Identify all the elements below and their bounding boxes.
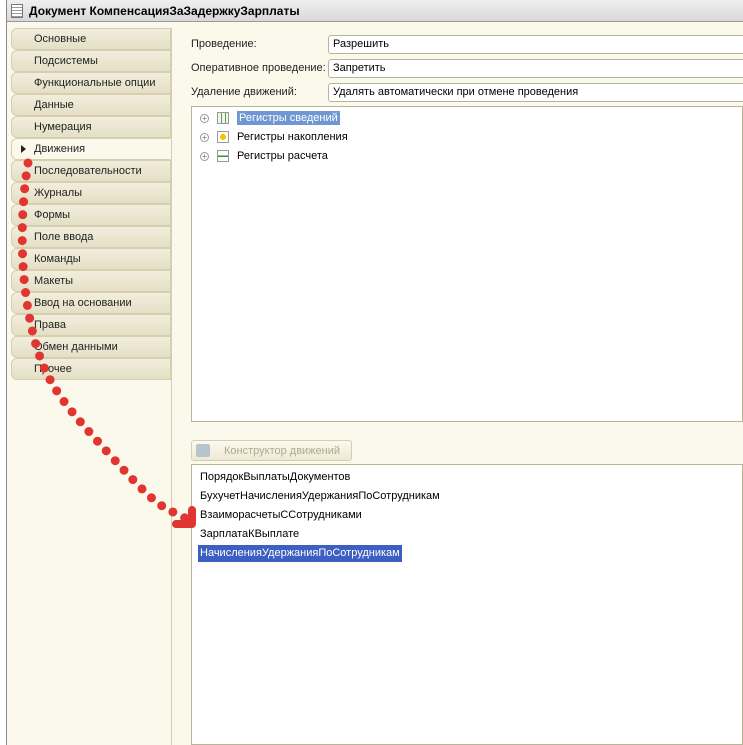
tree-label: Регистры сведений (237, 111, 340, 125)
divider (171, 28, 172, 745)
tab-osnovnye[interactable]: Основные (11, 28, 171, 50)
register-list: ПорядокВыплатыДокументов БухучетНачислен… (191, 464, 743, 745)
tab-label: Движения (34, 143, 86, 155)
tab-dvizheniya[interactable]: Движения (11, 138, 171, 160)
expand-icon[interactable]: + (200, 151, 209, 161)
tree-node-accumulation-registers[interactable]: + Регистры накопления (200, 128, 348, 146)
title-bar: Документ КомпенсацияЗаЗадержкуЗарплаты (7, 0, 743, 22)
posting-row: Проведение: Разрешить (191, 34, 743, 54)
tab-other[interactable]: Прочее (11, 358, 171, 380)
tab-templates[interactable]: Макеты (11, 270, 171, 292)
list-item-selected[interactable]: НачисленияУдержанияПоСотрудникам (197, 544, 403, 563)
movements-constructor-button[interactable]: Конструктор движений (191, 440, 352, 461)
posting-select[interactable]: Разрешить (328, 34, 743, 54)
tab-input-field[interactable]: Поле ввода (11, 226, 171, 248)
constructor-icon (196, 444, 210, 457)
tree-label: Регистры расчета (237, 150, 328, 162)
list-item[interactable]: ПорядокВыплатыДокументов (198, 469, 352, 486)
tab-podsistemy[interactable]: Подсистемы (11, 50, 171, 72)
list-item[interactable]: БухучетНачисленияУдержанияПоСотрудникам (198, 488, 442, 505)
tab-forms[interactable]: Формы (11, 204, 171, 226)
list-item[interactable]: ВзаиморасчетыССотрудниками (198, 507, 364, 524)
tab-journals[interactable]: Журналы (11, 182, 171, 204)
tab-dannye[interactable]: Данные (11, 94, 171, 116)
tree-node-info-registers[interactable]: + Регистры сведений (200, 109, 340, 127)
list-item[interactable]: ЗарплатаКВыплате (198, 526, 301, 543)
tab-commands[interactable]: Команды (11, 248, 171, 270)
realtime-posting-select[interactable]: Запретить (328, 58, 743, 78)
tab-numeraciya[interactable]: Нумерация (11, 116, 171, 138)
tab-data-exchange[interactable]: Обмен данными (11, 336, 171, 358)
delete-movements-select[interactable]: Удалять автоматически при отмене проведе… (328, 82, 743, 102)
expand-icon[interactable]: + (200, 132, 209, 142)
delete-movements-label: Удаление движений: (191, 86, 297, 98)
coins-icon (217, 131, 229, 143)
tab-rights[interactable]: Права (11, 314, 171, 336)
delete-movements-row: Удаление движений: Удалять автоматически… (191, 82, 743, 102)
document-window: Документ КомпенсацияЗаЗадержкуЗарплаты О… (6, 0, 743, 745)
tree-label: Регистры накопления (237, 131, 348, 143)
realtime-posting-label: Оперативное проведение: (191, 62, 326, 74)
register-tree: + Регистры сведений + Регистры накоплени… (191, 106, 743, 422)
window-title: Документ КомпенсацияЗаЗадержкуЗарплаты (29, 3, 300, 18)
tab-sequences[interactable]: Последовательности (11, 160, 171, 182)
expand-icon[interactable]: + (200, 113, 209, 123)
button-label: Конструктор движений (224, 444, 341, 457)
tree-node-calculation-registers[interactable]: + Регистры расчета (200, 147, 328, 165)
posting-label: Проведение: (191, 38, 257, 50)
document-icon (11, 3, 23, 18)
tab-based-on[interactable]: Ввод на основании (11, 292, 171, 314)
table-icon (217, 112, 229, 124)
tab-func-options[interactable]: Функциональные опции (11, 72, 171, 94)
calc-register-icon (217, 150, 229, 162)
realtime-posting-row: Оперативное проведение: Запретить (191, 58, 743, 78)
tab-list: Основные Подсистемы Функциональные опции… (11, 28, 171, 380)
active-arrow-icon (21, 145, 26, 153)
